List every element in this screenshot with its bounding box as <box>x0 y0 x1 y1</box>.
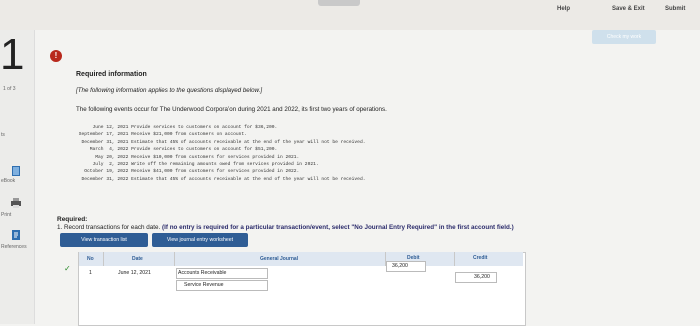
save-exit-link[interactable]: Save & Exit <box>612 6 645 12</box>
account-1-value: Accounts Receivable <box>178 270 227 276</box>
events-list: June 12, 2021 Provide services to custom… <box>76 124 366 183</box>
header-no: No <box>87 256 94 262</box>
header-cell <box>455 252 523 266</box>
help-link[interactable]: Help <box>557 6 570 12</box>
question-of-indicator[interactable]: 1 of 3 <box>3 86 16 92</box>
submit-link[interactable]: Submit <box>665 6 685 12</box>
check-icon: ✓ <box>64 264 71 273</box>
event-row: July 2, 2022 Write off the remaining amo… <box>76 162 319 168</box>
event-row: March 4, 2022 Provide services to custom… <box>76 147 278 153</box>
event-row: June 12, 2021 Provide services to custom… <box>76 125 278 130</box>
row-date: June 12, 2021 <box>118 270 151 276</box>
alert-icon: ! <box>50 50 62 62</box>
ebook-icon[interactable] <box>10 165 22 177</box>
nav-item-ts[interactable]: ts <box>1 132 5 138</box>
header-date: Date <box>132 256 143 262</box>
required-text: 1. Record transactions for each date. <box>57 224 161 231</box>
nav-item-ebook[interactable]: eBook <box>1 178 15 184</box>
event-row: December 31, 2021 Estimate that 45% of a… <box>76 139 366 145</box>
event-row: October 19, 2022 Receive $41,000 from cu… <box>76 169 300 175</box>
info-intro: The following events occur for The Under… <box>76 106 387 113</box>
info-note: [The following information applies to th… <box>76 87 263 94</box>
event-row: September 17, 2021 Receive $21,000 from … <box>76 132 247 138</box>
view-transaction-list-button[interactable]: View transaction list <box>60 233 148 247</box>
event-row: December 31, 2022 Estimate that 45% of a… <box>76 176 366 182</box>
required-label: Required: <box>57 216 88 223</box>
check-my-work-button[interactable]: Check my work <box>592 30 656 44</box>
nav-item-print[interactable]: Print <box>1 212 11 218</box>
credit-value: 36,200 <box>474 274 490 280</box>
event-row: May 20, 2022 Receive $10,000 from custom… <box>76 154 300 160</box>
debit-value: 36,200 <box>392 263 408 269</box>
header-general-journal: General Journal <box>260 256 299 262</box>
nav-item-references[interactable]: References <box>1 244 27 250</box>
top-handle <box>318 0 360 6</box>
print-icon[interactable] <box>10 197 22 209</box>
header-credit: Credit <box>473 255 488 261</box>
account-2-value: Service Revenue <box>184 282 224 288</box>
view-journal-entry-worksheet-button[interactable]: View journal entry worksheet <box>152 233 248 247</box>
references-icon[interactable] <box>10 229 22 241</box>
required-instructions: 1. Record transactions for each date. (I… <box>57 224 577 232</box>
row-number: 1 <box>89 270 92 276</box>
question-number: 1 <box>0 30 25 79</box>
required-bold-text: (If no entry is required for a particula… <box>162 224 514 231</box>
required-information-title: Required information <box>76 71 147 78</box>
